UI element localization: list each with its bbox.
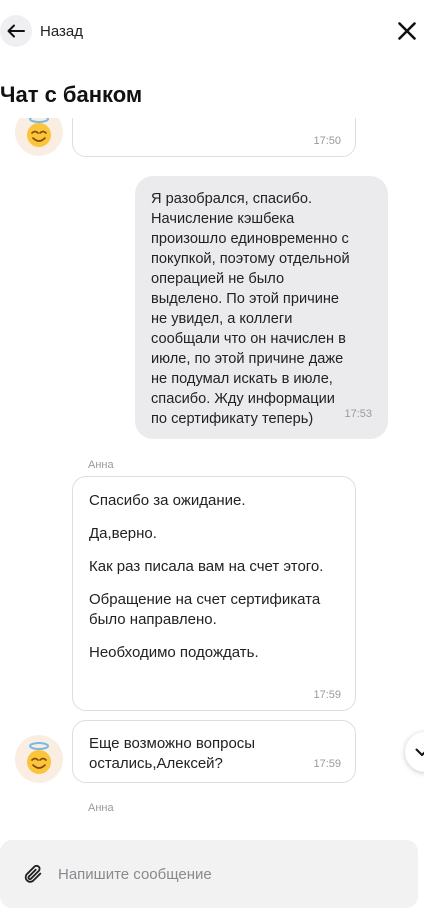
bank-avatar xyxy=(15,118,63,156)
message-line: Начисление кэшбека xyxy=(151,211,295,227)
message-paragraph: было направлено. xyxy=(89,611,217,628)
message-line: спасибо. Жду информации xyxy=(151,391,335,407)
sender-name: Анна xyxy=(88,802,114,814)
close-button[interactable] xyxy=(394,18,420,44)
message-line: операцией не было xyxy=(151,271,285,287)
message-line: выделено. По этой причине xyxy=(151,291,340,307)
page-title: Чат с банком xyxy=(0,82,143,107)
message-line: сообщали что он начислен в xyxy=(151,331,346,347)
message-line: Я разобрался, спасибо. xyxy=(151,191,313,207)
bank-avatar xyxy=(15,735,63,783)
message-line: покупкой, поэтому отдельной xyxy=(151,251,350,267)
back-label[interactable]: Назад xyxy=(40,23,83,40)
message-bubble-outgoing: Я разобрался, спасибо. Начисление кэшбек… xyxy=(135,176,388,439)
message-paragraph: Обращение на счет сертификата xyxy=(89,591,321,608)
message-line: остались,Алексей? xyxy=(89,755,223,772)
message-bubble-incoming: 17:50 xyxy=(72,118,356,157)
message-composer xyxy=(0,840,418,908)
message-paragraph: Как раз писала вам на счет этого. xyxy=(89,558,324,575)
message-line: произошло единовременно с xyxy=(151,231,349,247)
message-bubble-incoming: Еще возможно вопросы остались,Алексей? 1… xyxy=(72,720,356,783)
sender-name: Анна xyxy=(88,459,114,471)
message-time: 17:50 xyxy=(313,135,341,147)
angel-emoji-icon xyxy=(27,742,51,774)
back-button[interactable] xyxy=(0,15,32,47)
message-paragraph: Да,верно. xyxy=(89,525,157,542)
message-paragraph: Спасибо за ожидание. xyxy=(89,492,246,509)
message-bubble-incoming: Спасибо за ожидание. Да,верно. Как раз п… xyxy=(72,476,356,711)
close-icon xyxy=(398,22,416,40)
message-line: не увидел, а коллеги xyxy=(151,311,293,327)
message-input[interactable] xyxy=(58,862,398,886)
message-line: июле, по этой причине даже xyxy=(151,351,344,367)
top-bar: Назад xyxy=(0,0,424,64)
message-time: 17:59 xyxy=(313,689,341,701)
message-line: по сертификату теперь) xyxy=(151,411,314,427)
message-line: Еще возможно вопросы xyxy=(89,735,256,752)
message-time: 17:53 xyxy=(344,408,372,420)
message-paragraph: Необходимо подождать. xyxy=(89,644,259,661)
chevron-down-icon xyxy=(415,748,424,756)
angel-emoji-icon xyxy=(27,118,51,147)
paperclip-icon xyxy=(24,864,42,883)
attach-button[interactable] xyxy=(22,863,44,885)
message-time: 17:59 xyxy=(313,758,341,770)
message-line: не подумал искать в июле, xyxy=(151,371,333,387)
chat-feed[interactable]: 17:50 Я разобрался, спасибо. Начисление … xyxy=(0,118,424,830)
arrow-left-icon xyxy=(7,24,25,38)
